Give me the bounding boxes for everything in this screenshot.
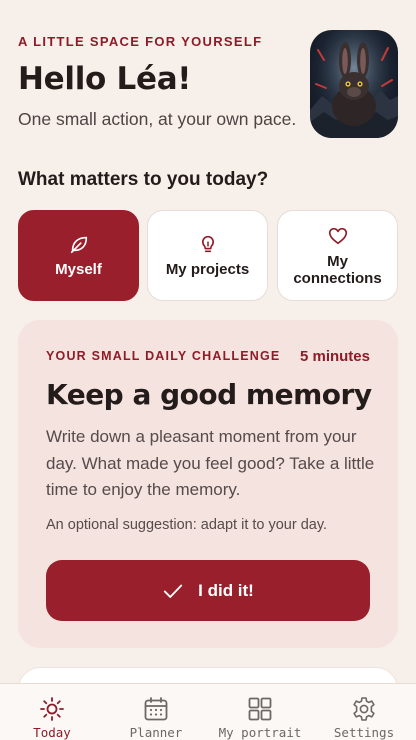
today-screen: A LITTLE SPACE FOR YOURSELF Hello Léa! O… (0, 0, 416, 740)
tab-label: Planner (129, 725, 183, 740)
checkmark-icon (163, 584, 183, 598)
challenge-header: YOUR SMALL DAILY CHALLENGE 5 minutes (46, 348, 370, 367)
tab-my-portrait[interactable]: My portrait (208, 684, 312, 740)
category-label: My connections (293, 252, 382, 287)
category-label: Myself (55, 261, 102, 278)
section-title: What matters to you today? (18, 169, 269, 190)
tab-settings[interactable]: Settings (312, 684, 416, 740)
heart-icon (328, 227, 347, 244)
category-my-projects[interactable]: My projects (147, 210, 268, 301)
challenge-duration: 5 minutes (299, 348, 370, 365)
i-did-it-button[interactable]: I did it! (46, 560, 370, 621)
category-label: My projects (165, 261, 250, 278)
challenge-description: Write down a pleasant moment from your d… (46, 427, 375, 499)
tab-label: Today (33, 725, 71, 740)
category-my-connections[interactable]: My connections (277, 210, 398, 301)
category-selector: Myself My projects My connections (18, 210, 398, 301)
tab-planner[interactable]: Planner (104, 684, 208, 740)
header-eyebrow: A LITTLE SPACE FOR YOURSELF (18, 34, 263, 49)
greeting-title: Hello Léa! (18, 61, 192, 97)
daily-challenge-card: YOUR SMALL DAILY CHALLENGE 5 minutes Kee… (18, 320, 398, 648)
i-did-it-label: I did it! (198, 580, 254, 600)
challenge-eyebrow: YOUR SMALL DAILY CHALLENGE (46, 349, 281, 363)
challenge-note: An optional suggestion: adapt it to your… (46, 517, 328, 533)
header: A LITTLE SPACE FOR YOURSELF Hello Léa! O… (18, 34, 308, 130)
tab-label: My portrait (218, 725, 302, 740)
leaf-icon (70, 236, 87, 254)
category-myself[interactable]: Myself (18, 210, 139, 301)
grid-icon (248, 697, 272, 721)
header-tagline: One small action, at your own pace. (18, 109, 297, 129)
calendar-icon (144, 697, 168, 721)
sun-icon (40, 697, 64, 721)
avatar[interactable] (310, 30, 398, 138)
gear-icon (353, 697, 375, 721)
tab-label: Settings (333, 725, 395, 740)
lightbulb-icon (201, 235, 214, 253)
tab-today[interactable]: Today (0, 684, 104, 740)
challenge-title: Keep a good memory (46, 378, 372, 411)
bottom-tab-bar: Today Planner My portrait Settings (0, 683, 416, 740)
rabbit-portrait-image (310, 30, 398, 138)
